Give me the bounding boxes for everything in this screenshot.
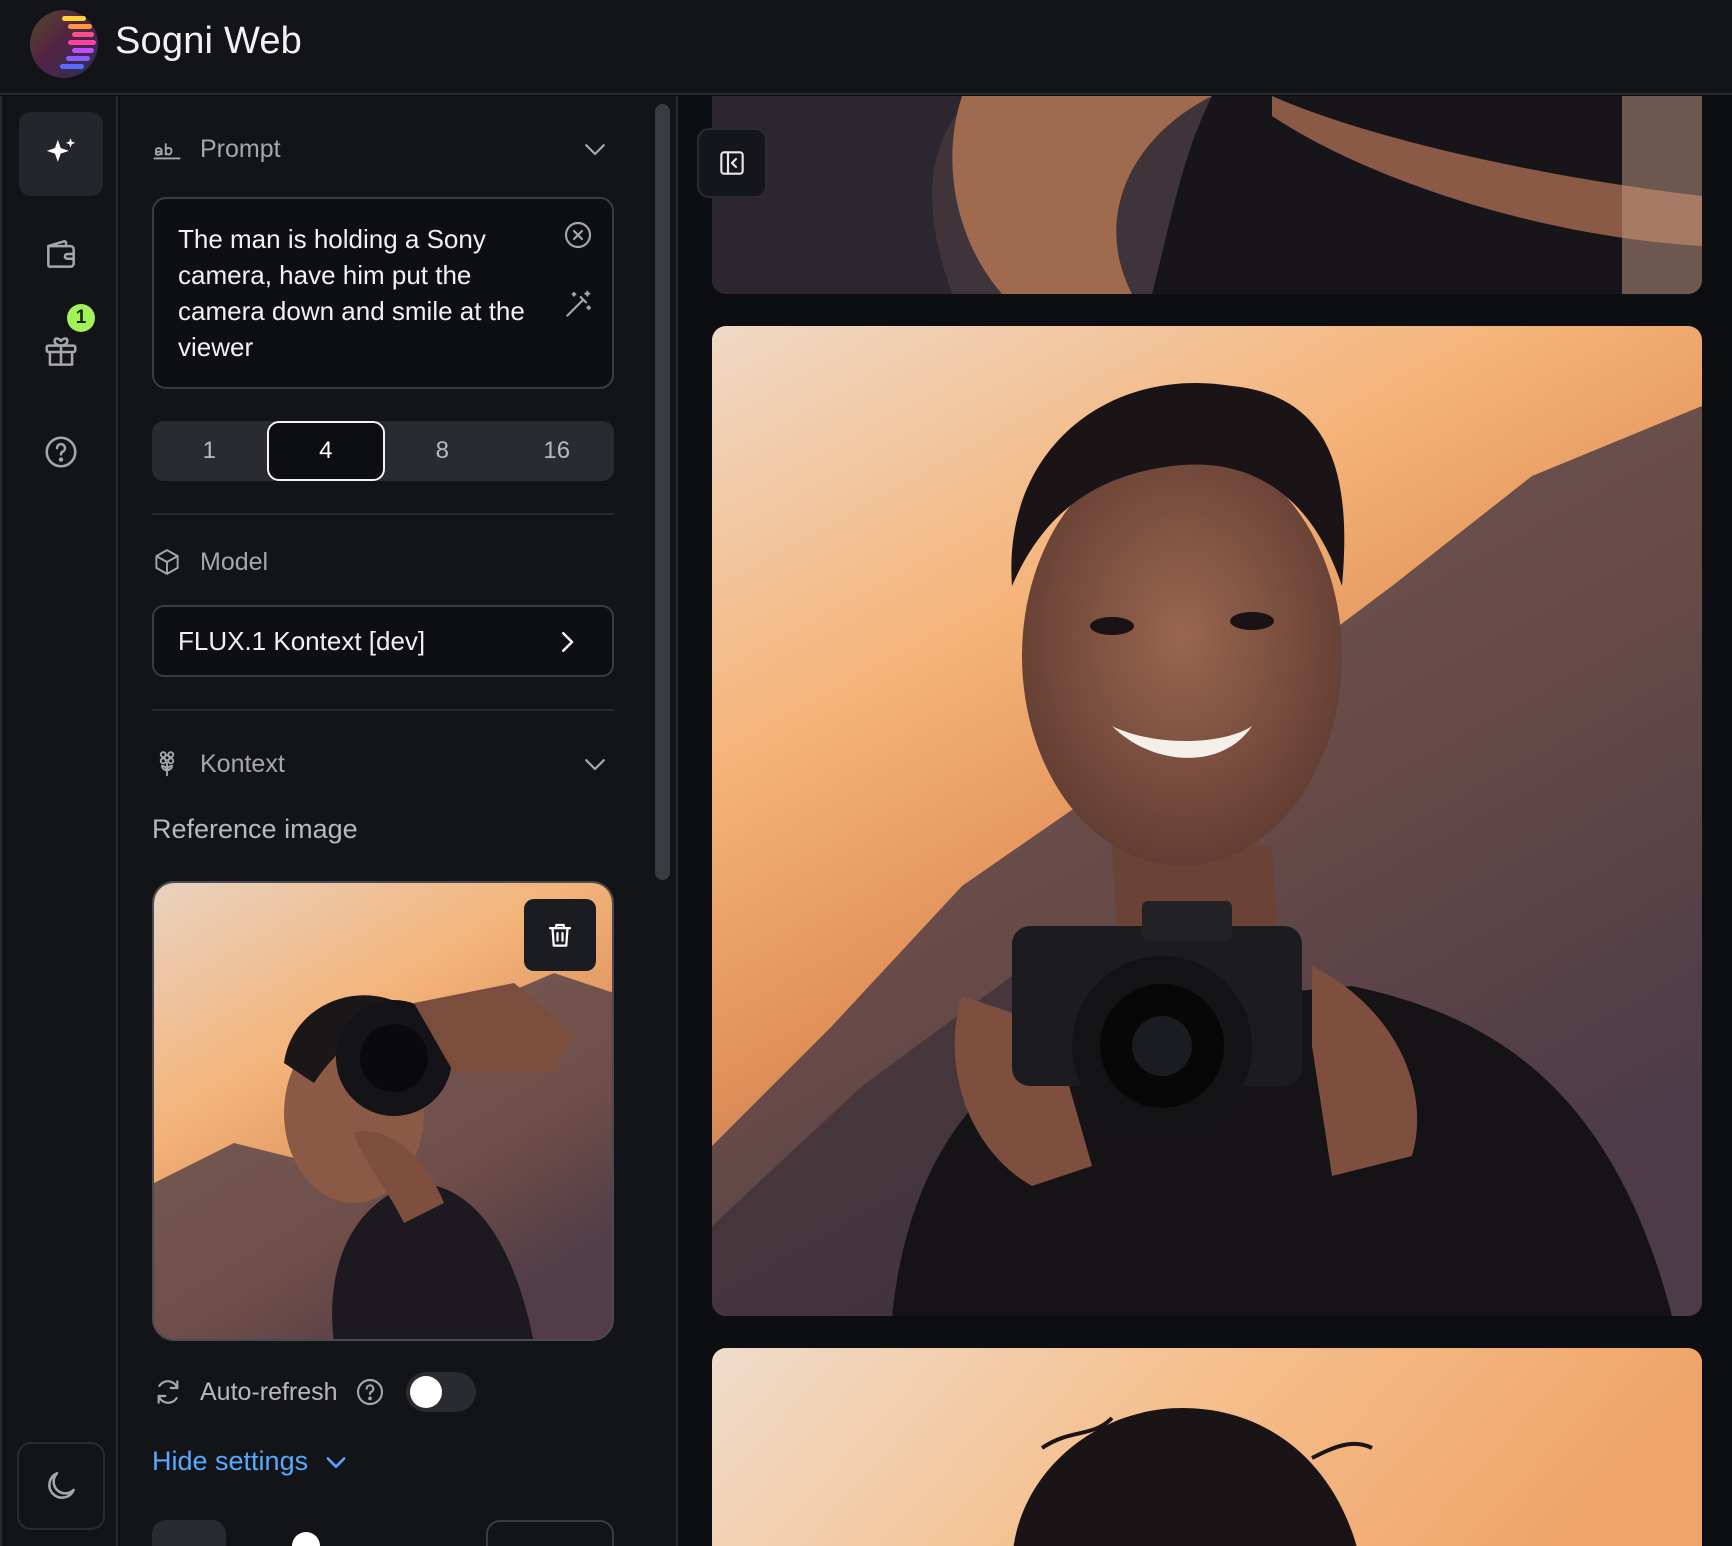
count-option-16[interactable]: 16 [500, 421, 615, 481]
generated-photo [712, 1348, 1702, 1546]
divider [152, 709, 614, 711]
wallet-button[interactable] [19, 212, 103, 296]
generated-image-3[interactable] [712, 1348, 1702, 1546]
text-ab-icon [153, 143, 181, 160]
generated-image-1[interactable] [712, 96, 1702, 294]
refresh-icon [157, 1380, 179, 1404]
model-label: Model [200, 547, 269, 576]
chevron-down-icon[interactable] [580, 134, 610, 164]
partial-input[interactable] [486, 1520, 614, 1546]
chevron-right-icon [562, 632, 574, 652]
kontext-section-header[interactable]: Kontext [152, 749, 285, 779]
app-header: Sogni Web [0, 0, 1732, 95]
clear-circle-icon[interactable] [562, 219, 594, 251]
create-button[interactable] [19, 112, 103, 196]
image-count-selector: 1 4 8 16 [152, 421, 614, 481]
reference-image-label: Reference image [152, 814, 358, 844]
model-section-header: Model [152, 547, 268, 577]
wallet-icon [47, 240, 75, 268]
count-option-8[interactable]: 8 [385, 421, 500, 481]
auto-refresh-row: Auto-refresh [152, 1372, 476, 1412]
rewards-button[interactable]: 1 [19, 304, 103, 394]
moon-icon [48, 1472, 75, 1499]
gift-icon [45, 337, 77, 366]
slider-knob[interactable] [292, 1532, 320, 1546]
divider [152, 513, 614, 515]
prompt-label: Prompt [200, 134, 281, 163]
auto-refresh-label: Auto-refresh [200, 1377, 338, 1406]
panel-scrollbar[interactable] [655, 104, 670, 880]
app-title: Sogni Web [115, 20, 302, 62]
count-option-4[interactable]: 4 [266, 421, 385, 481]
hide-settings-label: Hide settings [152, 1446, 309, 1476]
chevron-down-icon[interactable] [580, 749, 610, 779]
sparkle-icon [46, 138, 76, 162]
chevron-down-icon [326, 1456, 346, 1468]
collapse-panel-button[interactable] [697, 128, 767, 198]
settings-panel: Prompt The man is holding a Sony camera,… [120, 96, 678, 1546]
count-option-1[interactable]: 1 [152, 421, 267, 481]
delete-reference-button[interactable] [524, 899, 596, 971]
prompt-section-header[interactable]: Prompt [152, 134, 281, 164]
magic-wand-icon[interactable] [562, 289, 594, 321]
generated-image-2[interactable] [712, 326, 1702, 1316]
auto-refresh-toggle[interactable] [405, 1372, 476, 1412]
kontext-flower-icon [159, 751, 175, 777]
prompt-text[interactable]: The man is holding a Sony camera, have h… [178, 221, 528, 365]
generated-photo [712, 326, 1702, 1316]
kontext-label: Kontext [200, 749, 285, 778]
trash-icon [548, 923, 572, 947]
prompt-textarea[interactable]: The man is holding a Sony camera, have h… [152, 197, 614, 389]
reference-image [152, 881, 614, 1341]
image-gallery [680, 96, 1732, 1546]
generated-photo [712, 96, 1702, 294]
sidebar-collapse-icon [720, 151, 744, 175]
sogni-logo-icon[interactable] [28, 8, 100, 80]
icon-rail: 1 [0, 96, 118, 1546]
toggle-knob [409, 1376, 442, 1408]
help-icon[interactable] [354, 1376, 386, 1408]
theme-toggle-button[interactable] [17, 1442, 105, 1530]
partial-control[interactable] [152, 1520, 226, 1546]
cube-icon [155, 549, 179, 575]
model-selector[interactable]: FLUX.1 Kontext [dev] [152, 605, 614, 677]
help-icon [45, 436, 77, 468]
hide-settings-link[interactable]: Hide settings [152, 1446, 350, 1477]
notification-badge: 1 [67, 304, 95, 332]
model-value: FLUX.1 Kontext [dev] [178, 625, 426, 656]
help-button[interactable] [19, 410, 103, 494]
